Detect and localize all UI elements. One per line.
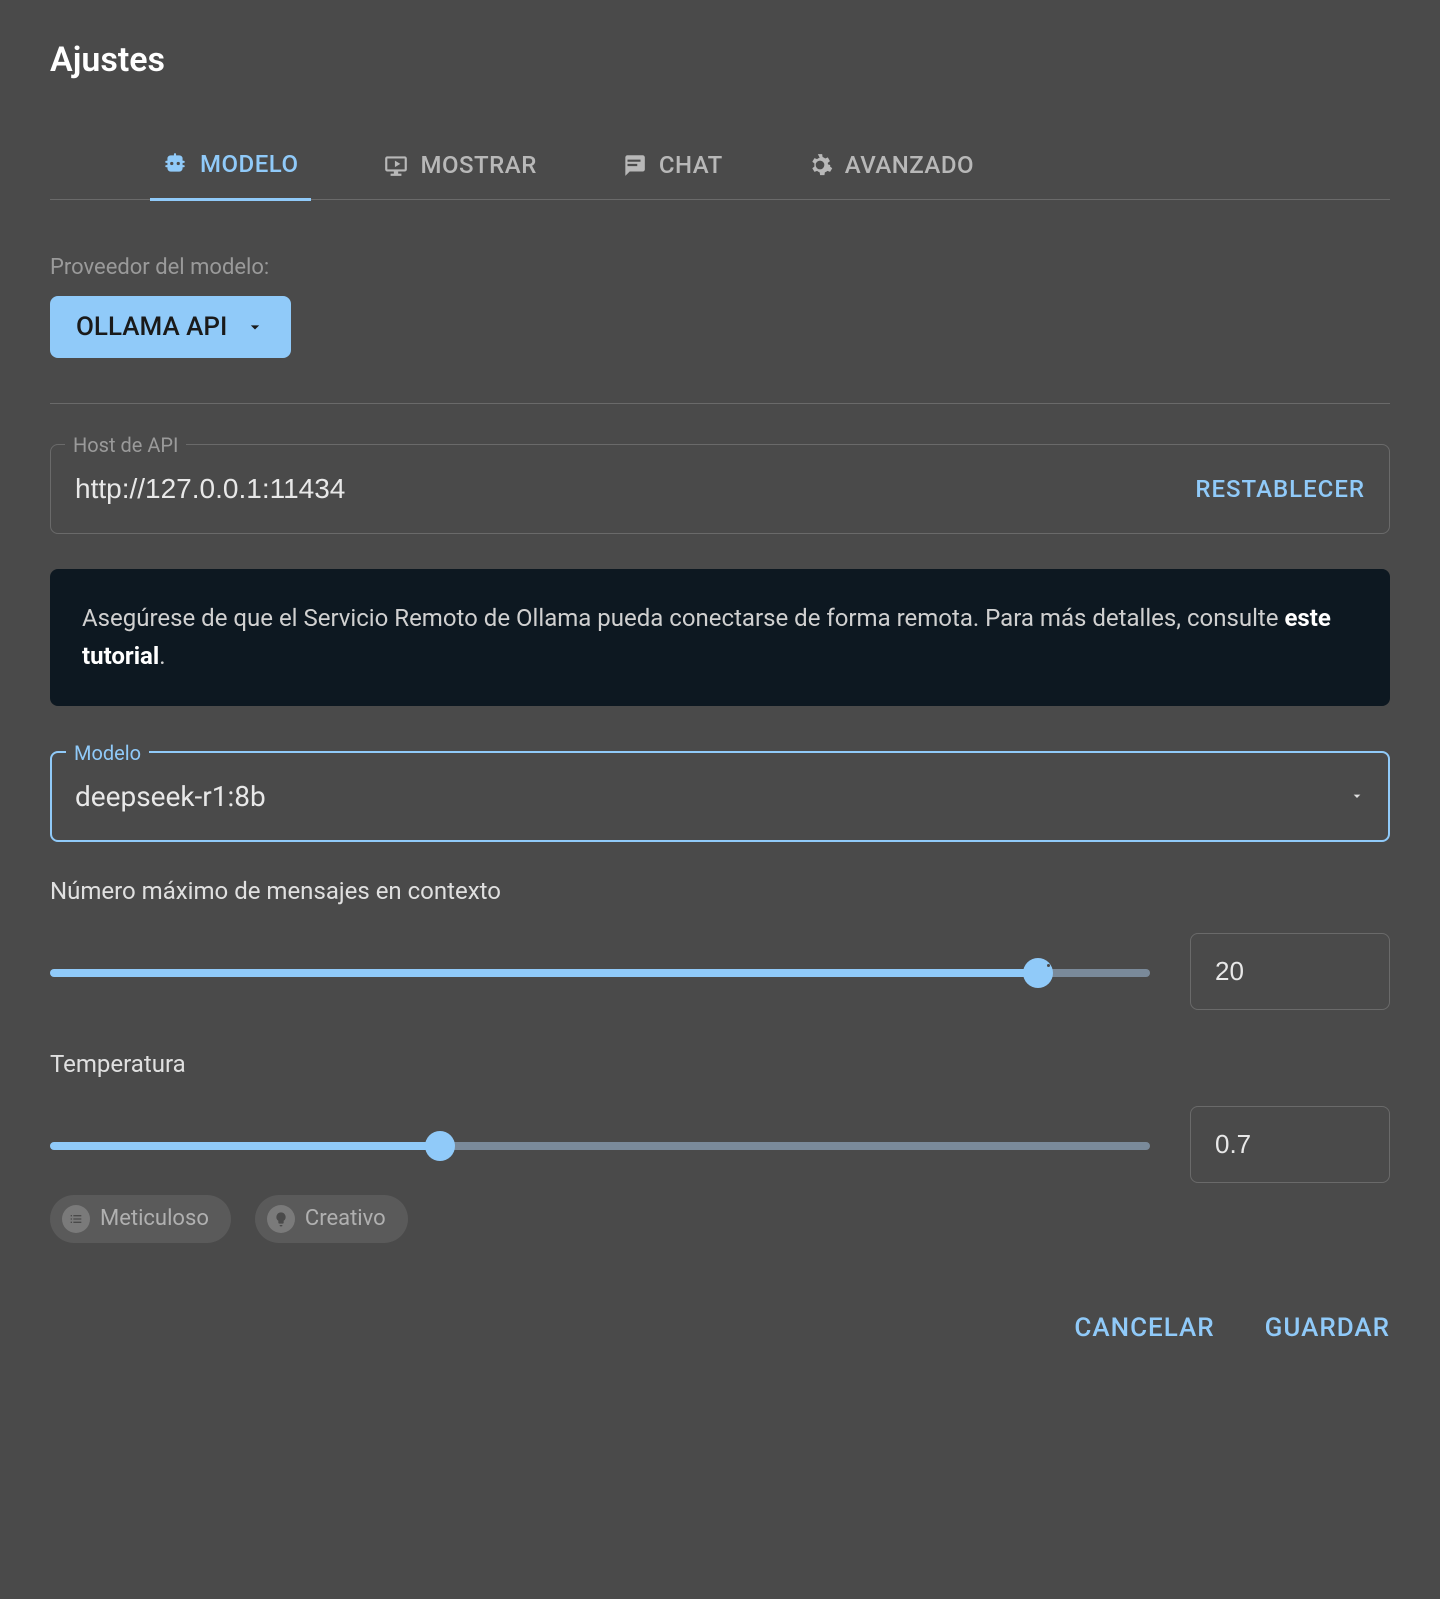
provider-value: OLLAMA API — [76, 312, 227, 342]
tab-label: MOSTRAR — [421, 151, 537, 179]
alert-text-prefix: Asegúrese de que el Servicio Remoto de O… — [82, 604, 1284, 632]
reset-button[interactable]: RESTABLECER — [1195, 475, 1365, 503]
alert-text-suffix: . — [159, 642, 165, 670]
bulb-icon — [267, 1205, 295, 1233]
provider-label: Proveedor del modelo: — [50, 255, 1390, 280]
temperature-slider[interactable] — [50, 1142, 1150, 1150]
max-messages-value[interactable] — [1190, 933, 1390, 1010]
gear-icon — [807, 152, 833, 178]
max-messages-label: Número máximo de mensajes en contexto — [50, 877, 1390, 905]
temperature-label: Temperatura — [50, 1050, 1390, 1078]
caret-down-icon — [1349, 788, 1365, 804]
tab-advanced[interactable]: AVANZADO — [795, 150, 986, 199]
chevron-down-icon — [245, 317, 265, 337]
temperature-value[interactable] — [1190, 1106, 1390, 1183]
chat-icon — [621, 152, 647, 178]
robot-icon — [162, 151, 188, 177]
page-title: Ajustes — [50, 40, 1390, 80]
model-select[interactable]: Modelo deepseek-r1:8b — [50, 751, 1390, 842]
divider — [50, 403, 1390, 404]
info-alert: Asegúrese de que el Servicio Remoto de O… — [50, 569, 1390, 706]
api-host-input[interactable] — [75, 473, 1175, 505]
api-host-legend: Host de API — [65, 433, 186, 457]
cancel-button[interactable]: CANCELAR — [1074, 1313, 1214, 1343]
save-button[interactable]: GUARDAR — [1265, 1313, 1390, 1343]
display-icon — [383, 152, 409, 178]
chip-label: Meticuloso — [100, 1206, 209, 1231]
tab-label: CHAT — [659, 151, 723, 179]
list-icon — [62, 1205, 90, 1233]
tab-display[interactable]: MOSTRAR — [371, 150, 549, 199]
tab-label: AVANZADO — [845, 151, 974, 179]
model-value: deepseek-r1:8b — [75, 780, 1329, 813]
tab-chat[interactable]: CHAT — [609, 150, 735, 199]
tab-label: MODELO — [200, 150, 299, 178]
chip-creative[interactable]: Creativo — [255, 1195, 408, 1243]
max-messages-slider[interactable] — [50, 969, 1150, 977]
chip-label: Creativo — [305, 1206, 386, 1231]
tab-model[interactable]: MODELO — [150, 150, 311, 201]
settings-tabs: MODELO MOSTRAR CHAT AVANZADO — [50, 150, 1390, 200]
model-legend: Modelo — [66, 741, 149, 765]
provider-select[interactable]: OLLAMA API — [50, 296, 291, 358]
chip-meticulous[interactable]: Meticuloso — [50, 1195, 231, 1243]
api-host-field[interactable]: Host de API RESTABLECER — [50, 444, 1390, 534]
